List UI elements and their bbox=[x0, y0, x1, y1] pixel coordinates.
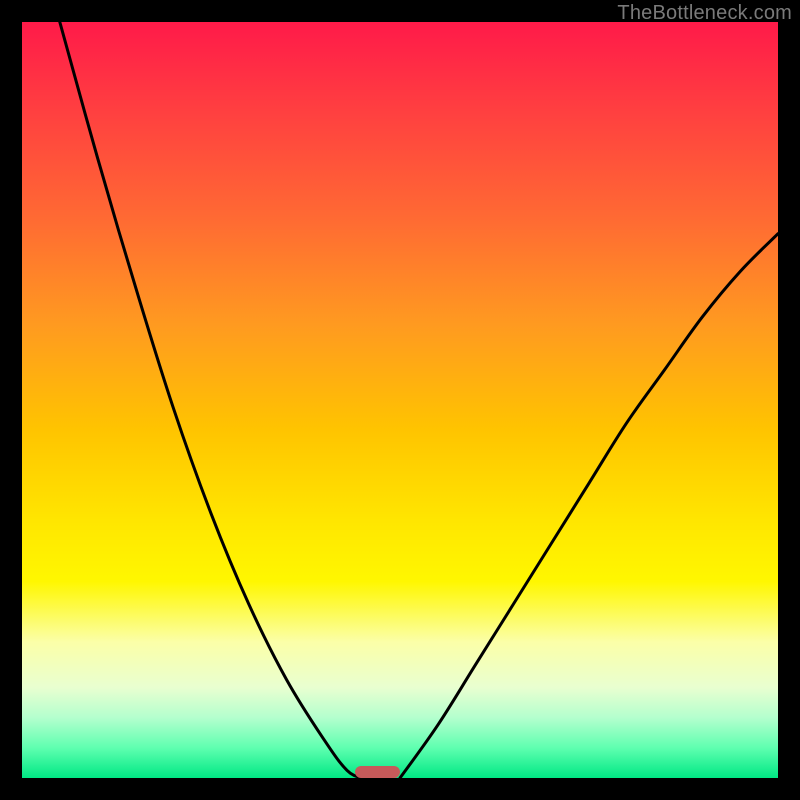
bottleneck-curve-right bbox=[400, 234, 778, 778]
bottleneck-curve-left bbox=[60, 22, 362, 778]
curve-layer bbox=[22, 22, 778, 778]
optimal-marker bbox=[355, 766, 400, 778]
watermark-text: TheBottleneck.com bbox=[617, 2, 792, 25]
outer-frame: TheBottleneck.com bbox=[0, 0, 800, 800]
